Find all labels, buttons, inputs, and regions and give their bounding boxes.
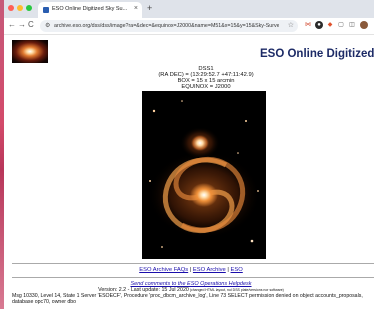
url-text[interactable]: archive.eso.org/dss/dss/image?ra=&dec=&e…	[54, 23, 279, 29]
maximize-window-button[interactable]	[26, 5, 32, 11]
divider	[12, 277, 374, 278]
close-window-button[interactable]	[8, 5, 14, 11]
address-toolbar: ← → C ⚙ archive.eso.org/dss/dss/image?ra…	[4, 18, 374, 35]
tab-eso-dss[interactable]: ESO Online Digitized Sky Su... ×	[38, 2, 142, 18]
tab-close-icon[interactable]: ×	[134, 5, 138, 12]
reload-button[interactable]: C	[28, 20, 34, 29]
site-info-icon[interactable]: ⚙	[45, 22, 50, 29]
extension-dark-icon[interactable]: ●	[315, 21, 323, 29]
sky-survey-image	[142, 91, 266, 259]
back-button[interactable]: ←	[8, 20, 16, 29]
eso-galaxy-logo	[12, 40, 48, 63]
forward-button[interactable]: →	[18, 20, 26, 29]
sidebar-icon[interactable]: ◫	[348, 21, 356, 29]
footer-links: ESO Archive FAQs | ESO Archive | ESO	[4, 267, 374, 273]
browser-window: ESO Online Digitized Sky Su... × + ← → C…	[4, 0, 374, 309]
profile-avatar-icon[interactable]	[360, 21, 368, 29]
divider	[12, 263, 374, 264]
extension-icon[interactable]: ⋈	[304, 21, 312, 29]
eso-link[interactable]: ESO	[231, 267, 243, 273]
version-note: (changed HTML layout, nul DSS plate/vers…	[188, 288, 284, 292]
tab-bar: ESO Online Digitized Sky Su... × +	[4, 0, 374, 18]
page-title: ESO Online Digitized Sky Survey	[260, 48, 374, 60]
equinox-text: EQUINOX = J2000	[181, 84, 231, 90]
address-bar[interactable]: ⚙ archive.eso.org/dss/dss/image?ra=&dec=…	[40, 20, 298, 32]
extensions-puzzle-icon[interactable]: ▢	[337, 21, 345, 29]
new-tab-button[interactable]: +	[147, 3, 152, 13]
eso-archive-faqs-link[interactable]: ESO Archive FAQs	[139, 267, 188, 273]
eso-favicon-icon	[43, 7, 49, 13]
extension-pdf-icon[interactable]: ◆	[326, 21, 334, 29]
bookmark-star-icon[interactable]: ☆	[288, 21, 294, 29]
eso-archive-link[interactable]: ESO Archive	[193, 267, 226, 273]
minimize-window-button[interactable]	[17, 5, 23, 11]
tab-title: ESO Online Digitized Sky Su...	[52, 6, 128, 12]
error-message: Msg 10330, Level 14, State 1 Server 'ESO…	[12, 292, 363, 305]
whirlpool-galaxy-image	[142, 91, 266, 259]
